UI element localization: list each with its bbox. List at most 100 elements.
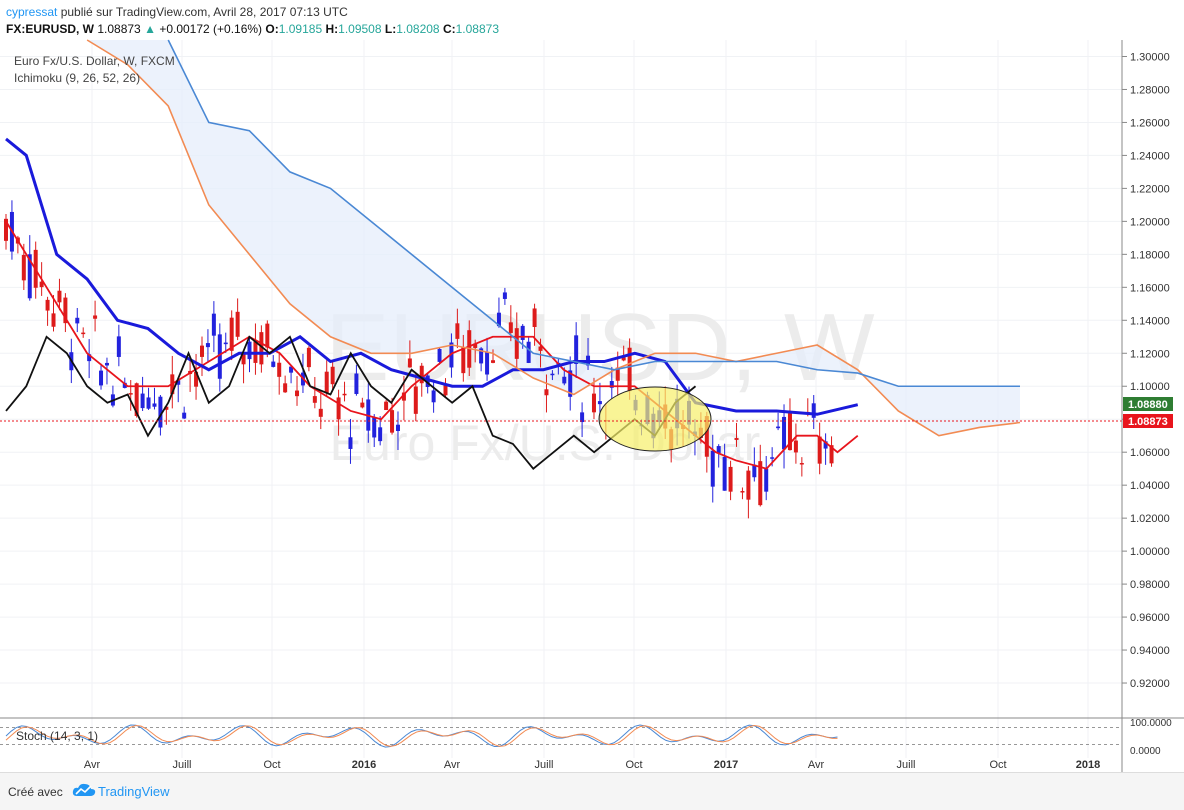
price-tick-label-5: 1.20000 — [1130, 216, 1170, 228]
candle-body — [182, 412, 187, 419]
candle-body — [318, 408, 323, 417]
chart-legend: Euro Fx/U.S. Dollar, W, FXCM Ichimoku (9… — [14, 53, 175, 87]
candle-body — [21, 254, 26, 281]
price-axis[interactable]: 1.30000 1.28000 1.26000 1.24000 1.22000 1.200… — [1122, 51, 1170, 690]
price-tick-label-18: 0.94000 — [1130, 645, 1170, 657]
candle-body — [782, 416, 787, 450]
candle-body — [384, 401, 389, 411]
time-axis[interactable]: Avr Juill Oct 2016 Avr Juill Oct 2017 Avr Juill Oc… — [84, 759, 1100, 771]
candle-body — [211, 313, 216, 336]
candle-body — [312, 396, 317, 403]
price-tick-label-7: 1.16000 — [1130, 282, 1170, 294]
candle-body — [235, 311, 240, 337]
candle-body — [348, 437, 353, 449]
time-tick-label-10: Oct — [989, 759, 1006, 771]
candle-body — [799, 463, 804, 465]
candle-body — [740, 491, 745, 493]
stoch-tick-label-1: 0.0000 — [1130, 746, 1161, 757]
time-tick-label-3: 2016 — [352, 759, 376, 771]
candle-body — [306, 347, 311, 368]
time-tick-label-6: Oct — [625, 759, 642, 771]
candle-body — [502, 292, 507, 299]
candle-body — [128, 393, 133, 395]
time-tick-label-0: Avr — [84, 759, 101, 771]
legend-indicator[interactable]: Ichimoku (9, 26, 52, 26) — [14, 70, 175, 87]
candle-body — [51, 313, 56, 327]
candle-body — [485, 352, 490, 375]
price-tick-label-3: 1.24000 — [1130, 150, 1170, 162]
candle-body — [461, 347, 466, 374]
candle-body — [247, 341, 252, 360]
candle-body — [330, 366, 335, 385]
price-tick-label-4: 1.22000 — [1130, 183, 1170, 195]
candle-body — [419, 365, 424, 384]
candle-body — [710, 450, 715, 487]
price-tick-label-6: 1.18000 — [1130, 249, 1170, 261]
candle-body — [532, 308, 537, 327]
stoch-k-line — [5, 724, 838, 748]
candle-body — [45, 299, 50, 311]
stoch-d-line — [5, 724, 838, 747]
candle-body — [508, 322, 513, 333]
candle-body — [811, 403, 816, 418]
candle-body — [722, 456, 727, 491]
price-tick-label-17: 0.96000 — [1130, 612, 1170, 624]
candle-body — [146, 397, 151, 409]
candle-body — [265, 323, 270, 348]
candle-body — [407, 358, 412, 368]
kijun-price-tag: 1.08880 — [1123, 397, 1173, 411]
time-tick-label-7: 2017 — [714, 759, 738, 771]
candle-body — [104, 362, 109, 366]
price-tick-label-2: 1.26000 — [1130, 117, 1170, 129]
candle-body — [455, 323, 460, 339]
candle-body — [283, 383, 288, 393]
candle-body — [57, 290, 62, 303]
last-price-tag: 1.08873 — [1123, 414, 1173, 428]
tradingview-link[interactable]: TradingView — [98, 784, 170, 799]
stoch-tick-label-0: 100.0000 — [1130, 718, 1172, 729]
candle-body — [93, 315, 98, 319]
candle-body — [378, 427, 383, 442]
footer-bar: Créé avec TradingView — [0, 772, 1184, 810]
candle-body — [199, 345, 204, 357]
price-tick-label-14: 1.02000 — [1130, 513, 1170, 525]
price-tick-label-13: 1.04000 — [1130, 480, 1170, 492]
candle-body — [544, 389, 549, 396]
price-chart[interactable]: EURUSD, W Euro Fx/U.S. Dollar 1.300001.2… — [0, 0, 1184, 772]
candle-body — [793, 440, 798, 453]
time-tick-label-2: Oct — [263, 759, 280, 771]
price-tick-label-15: 1.00000 — [1130, 546, 1170, 558]
time-tick-label-4: Avr — [444, 759, 461, 771]
candle-body — [764, 468, 769, 492]
candle-body — [574, 335, 579, 365]
price-tick-label-8: 1.14000 — [1130, 315, 1170, 327]
candle-body — [81, 332, 86, 335]
legend-title[interactable]: Euro Fx/U.S. Dollar, W, FXCM — [14, 53, 175, 70]
price-tick-label-12: 1.06000 — [1130, 447, 1170, 459]
price-tick-label-0: 1.30000 — [1130, 51, 1170, 63]
candle-body — [295, 390, 300, 397]
candle-body — [395, 424, 400, 432]
price-tick-label-10: 1.10000 — [1130, 381, 1170, 393]
kijun-tag-value: 1.08880 — [1128, 399, 1168, 411]
candle-body — [152, 403, 157, 407]
cloud-fill — [87, 40, 1021, 436]
candle-body — [550, 373, 555, 376]
candle-body — [336, 397, 341, 420]
candle-body — [205, 343, 210, 348]
time-tick-label-1: Juill — [173, 759, 192, 771]
candle-body — [223, 342, 228, 345]
last-price-tag-value: 1.08873 — [1128, 416, 1168, 428]
time-tick-label-9: Juill — [897, 759, 916, 771]
price-tick-label-1: 1.28000 — [1130, 84, 1170, 96]
tradingview-cloud-icon[interactable] — [72, 781, 96, 799]
candle-body — [140, 393, 145, 409]
ichimoku-cloud — [87, 40, 1021, 436]
candle-body — [75, 317, 80, 324]
time-tick-label-5: Juill — [535, 759, 554, 771]
price-tick-label-16: 0.98000 — [1130, 579, 1170, 591]
candle-body — [734, 438, 739, 440]
stoch-legend[interactable]: Stoch (14, 3, 1) — [16, 729, 98, 743]
candle-body — [597, 401, 602, 405]
candle-body — [372, 417, 377, 438]
